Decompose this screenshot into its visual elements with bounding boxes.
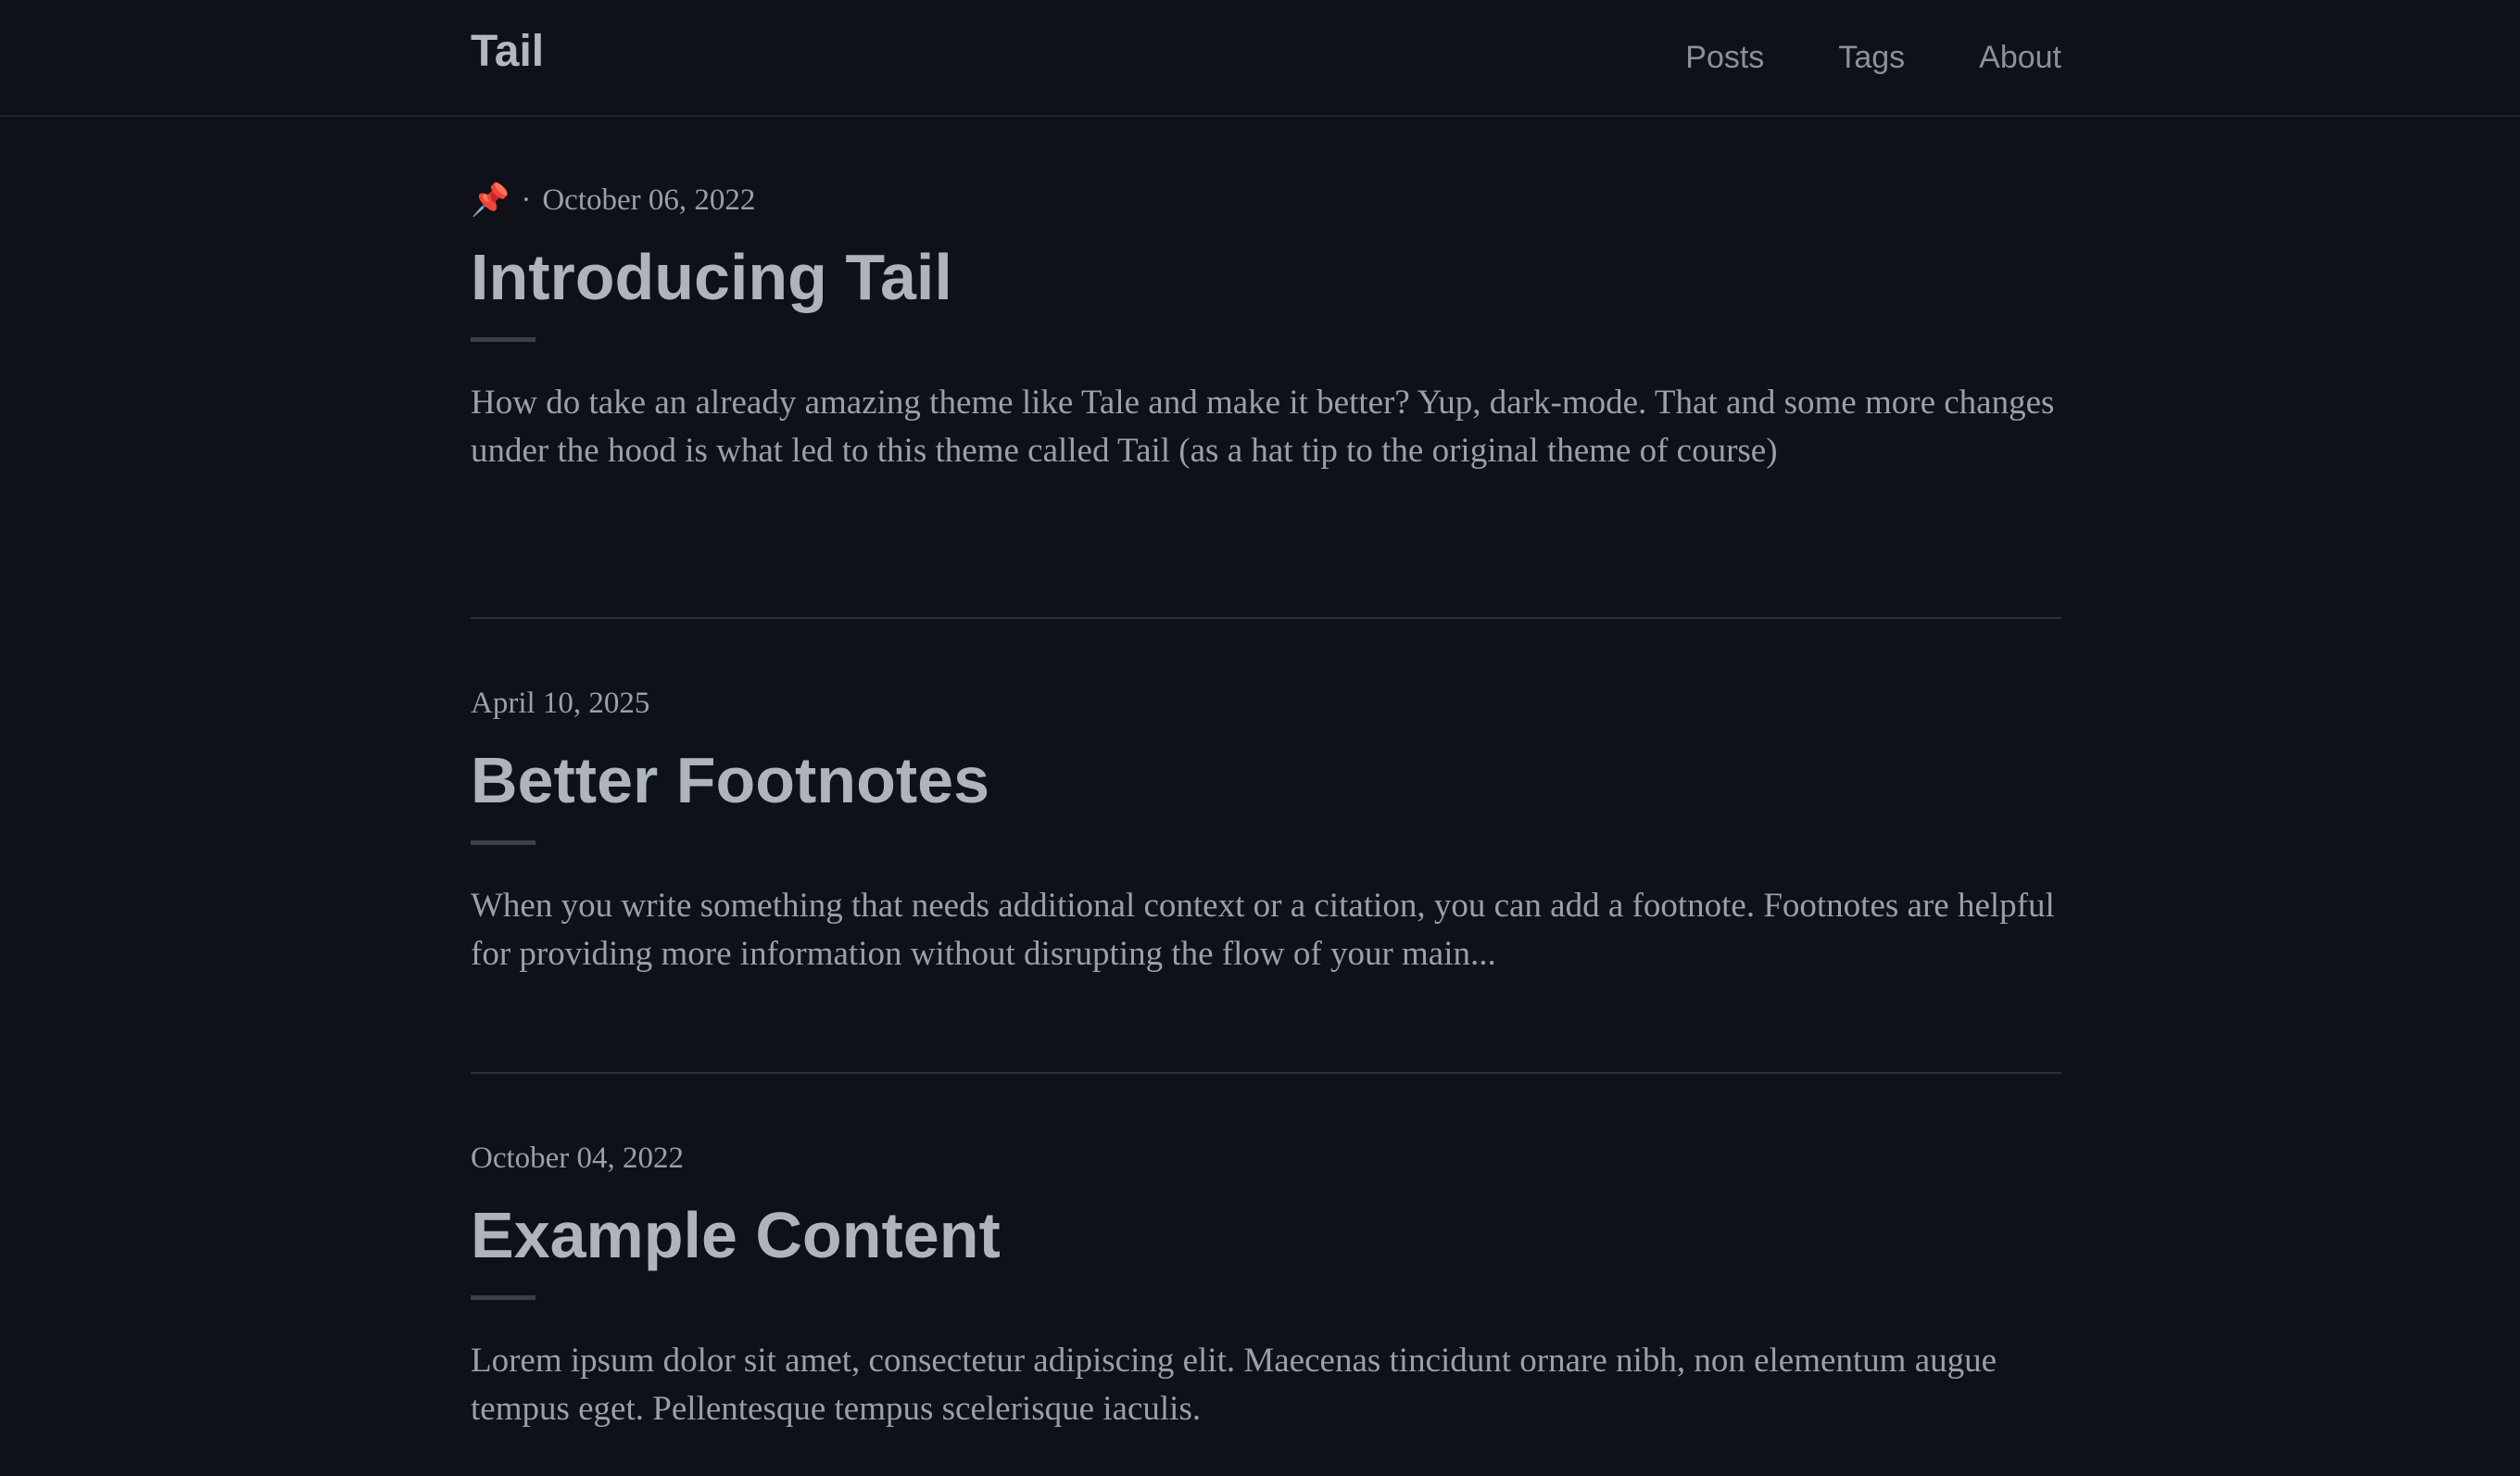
post-date: October 04, 2022	[471, 1142, 685, 1175]
site-header: Tail Posts Tags About	[0, 0, 2520, 117]
post-meta: April 10, 2025	[471, 685, 2061, 722]
post-title-link[interactable]: Example Content	[471, 1197, 2061, 1273]
post-meta: 📌 · October 06, 2022	[471, 182, 2061, 219]
post-divider	[471, 617, 2061, 619]
meta-separator: ·	[521, 183, 532, 217]
nav-link-tags[interactable]: Tags	[1838, 37, 1905, 78]
post-divider	[471, 1072, 2061, 1074]
title-underline	[471, 1295, 536, 1300]
post-item: 📌 · October 06, 2022 Introducing Tail Ho…	[471, 182, 2061, 475]
post-meta: October 04, 2022	[471, 1140, 2061, 1177]
title-underline	[471, 337, 536, 342]
post-title-link[interactable]: Introducing Tail	[471, 239, 2061, 315]
site-title-link[interactable]: Tail	[471, 26, 544, 78]
pin-icon: 📌	[471, 182, 510, 219]
post-date: October 06, 2022	[542, 183, 756, 217]
post-date: April 10, 2025	[471, 687, 650, 720]
nav-link-posts[interactable]: Posts	[1685, 37, 1764, 78]
main-nav: Posts Tags About	[1685, 37, 2061, 78]
post-excerpt: Lorem ipsum dolor sit amet, consectetur …	[471, 1342, 1997, 1428]
post-title-link[interactable]: Better Footnotes	[471, 742, 2061, 818]
title-underline	[471, 840, 536, 845]
nav-link-about[interactable]: About	[1979, 37, 2061, 78]
post-excerpt: When you write something that needs addi…	[471, 887, 2055, 973]
post-item: April 10, 2025 Better Footnotes When you…	[471, 685, 2061, 978]
post-item: October 04, 2022 Example Content Lorem i…	[471, 1140, 2061, 1433]
post-excerpt: How do take an already amazing theme lik…	[471, 384, 2055, 470]
